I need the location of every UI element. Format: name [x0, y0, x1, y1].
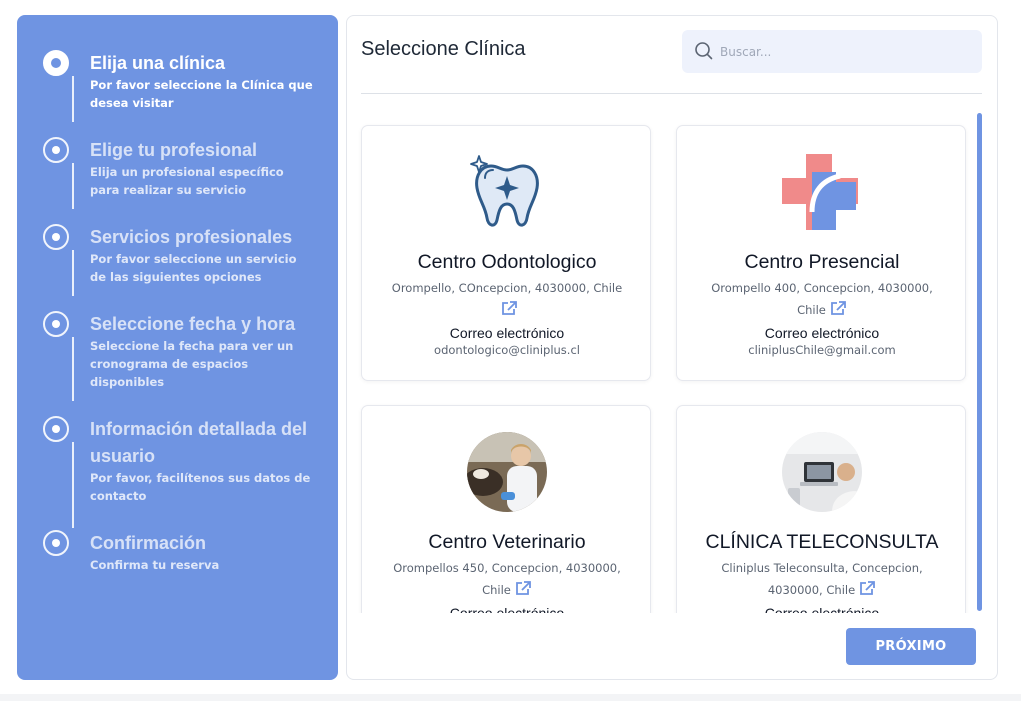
clinic-address: Orompellos 450, Concepcion, 4030000, Chi…: [382, 557, 632, 601]
teleconsult-photo: [782, 432, 862, 512]
step-connector: [72, 163, 74, 209]
step-title: Confirmación: [90, 533, 207, 553]
step-active-indicator-icon: [43, 50, 69, 76]
step-connector: [72, 250, 74, 296]
step-description: Por favor, facilítenos sus datos de cont…: [90, 471, 311, 503]
clinic-address-text: Cliniplus Teleconsulta, Concepcion, 4030…: [721, 561, 923, 597]
clinic-address: Orompello 400, Concepcion, 4030000, Chil…: [697, 277, 947, 321]
clinic-card-odontologico[interactable]: Centro Odontologico Orompello, COncepcio…: [361, 125, 651, 381]
step-connector: [72, 76, 74, 122]
clinic-selection-panel: Seleccione Clínica Centro Odontologico O…: [346, 15, 998, 680]
step-description: Seleccione la fecha para ver un cronogra…: [90, 339, 294, 389]
step-connector: [72, 442, 74, 528]
page-footer-strip: [0, 694, 1021, 701]
step-indicator-icon: [43, 137, 69, 163]
search-input[interactable]: [720, 38, 970, 65]
vet-photo: [467, 432, 547, 512]
next-button[interactable]: PRÓXIMO: [846, 628, 976, 665]
step-title: Elija una clínica: [90, 53, 226, 73]
clinic-address-text: Orompello, COncepcion, 4030000, Chile: [391, 281, 623, 295]
step-connector: [72, 337, 74, 401]
medical-cross-icon: [782, 154, 858, 230]
step-indicator-icon: [43, 224, 69, 250]
email-label: Correo electrónico: [764, 325, 880, 341]
external-link-icon[interactable]: [500, 300, 518, 316]
clinic-address: Orompello, COncepcion, 4030000, Chile: [382, 277, 632, 321]
external-link-icon[interactable]: [514, 580, 532, 596]
steps-sidebar: Elija una clínica Por favor seleccione l…: [17, 15, 338, 680]
step-description: Por favor seleccione un servicio de las …: [90, 252, 297, 284]
step-title: Información detallada del usuario: [90, 419, 308, 466]
email-label: Correo electrónico: [764, 605, 880, 613]
clinic-name: Centro Presencial: [744, 251, 900, 273]
search-box[interactable]: [682, 30, 982, 73]
header-divider: [361, 93, 982, 94]
step-indicator-icon: [43, 530, 69, 556]
clinic-card-presencial[interactable]: Centro Presencial Orompello 400, Concepc…: [676, 125, 966, 381]
step-indicator-icon: [43, 416, 69, 442]
clinic-address-text: Orompello 400, Concepcion, 4030000, Chil…: [711, 281, 933, 317]
clinic-email: cliniplusChile@gmail.com: [748, 343, 896, 357]
email-label: Correo electrónico: [449, 325, 565, 341]
step-description: Por favor seleccione la Clínica que dese…: [90, 78, 313, 110]
step-description: Confirma tu reserva: [90, 558, 220, 572]
clinic-name: Centro Veterinario: [428, 531, 586, 553]
email-label: Correo electrónico: [449, 605, 565, 613]
step-title: Elige tu profesional: [90, 140, 258, 160]
clinic-list[interactable]: Centro Odontologico Orompello, COncepcio…: [347, 108, 987, 613]
clinic-name: CLÍNICA TELECONSULTA: [705, 531, 939, 553]
search-icon: [695, 42, 713, 60]
clinic-card-teleconsulta[interactable]: CLÍNICA TELECONSULTA Cliniplus Teleconsu…: [676, 405, 966, 613]
clinic-address: Cliniplus Teleconsulta, Concepcion, 4030…: [697, 557, 947, 601]
step-description: Elija un profesional específico para rea…: [90, 165, 284, 197]
clinic-email: odontologico@cliniplus.cl: [434, 343, 580, 357]
clinic-address-text: Orompellos 450, Concepcion, 4030000, Chi…: [393, 561, 621, 597]
external-link-icon[interactable]: [858, 580, 876, 596]
clinic-card-veterinario[interactable]: Centro Veterinario Orompellos 450, Conce…: [361, 405, 651, 613]
external-link-icon[interactable]: [829, 300, 847, 316]
step-title: Servicios profesionales: [90, 227, 293, 247]
tooth-icon: [470, 155, 539, 227]
list-scrollbar[interactable]: [977, 113, 982, 611]
clinic-name: Centro Odontologico: [417, 251, 597, 273]
step-title: Seleccione fecha y hora: [90, 314, 296, 334]
step-indicator-icon: [43, 311, 69, 337]
page-title: Seleccione Clínica: [361, 38, 526, 60]
